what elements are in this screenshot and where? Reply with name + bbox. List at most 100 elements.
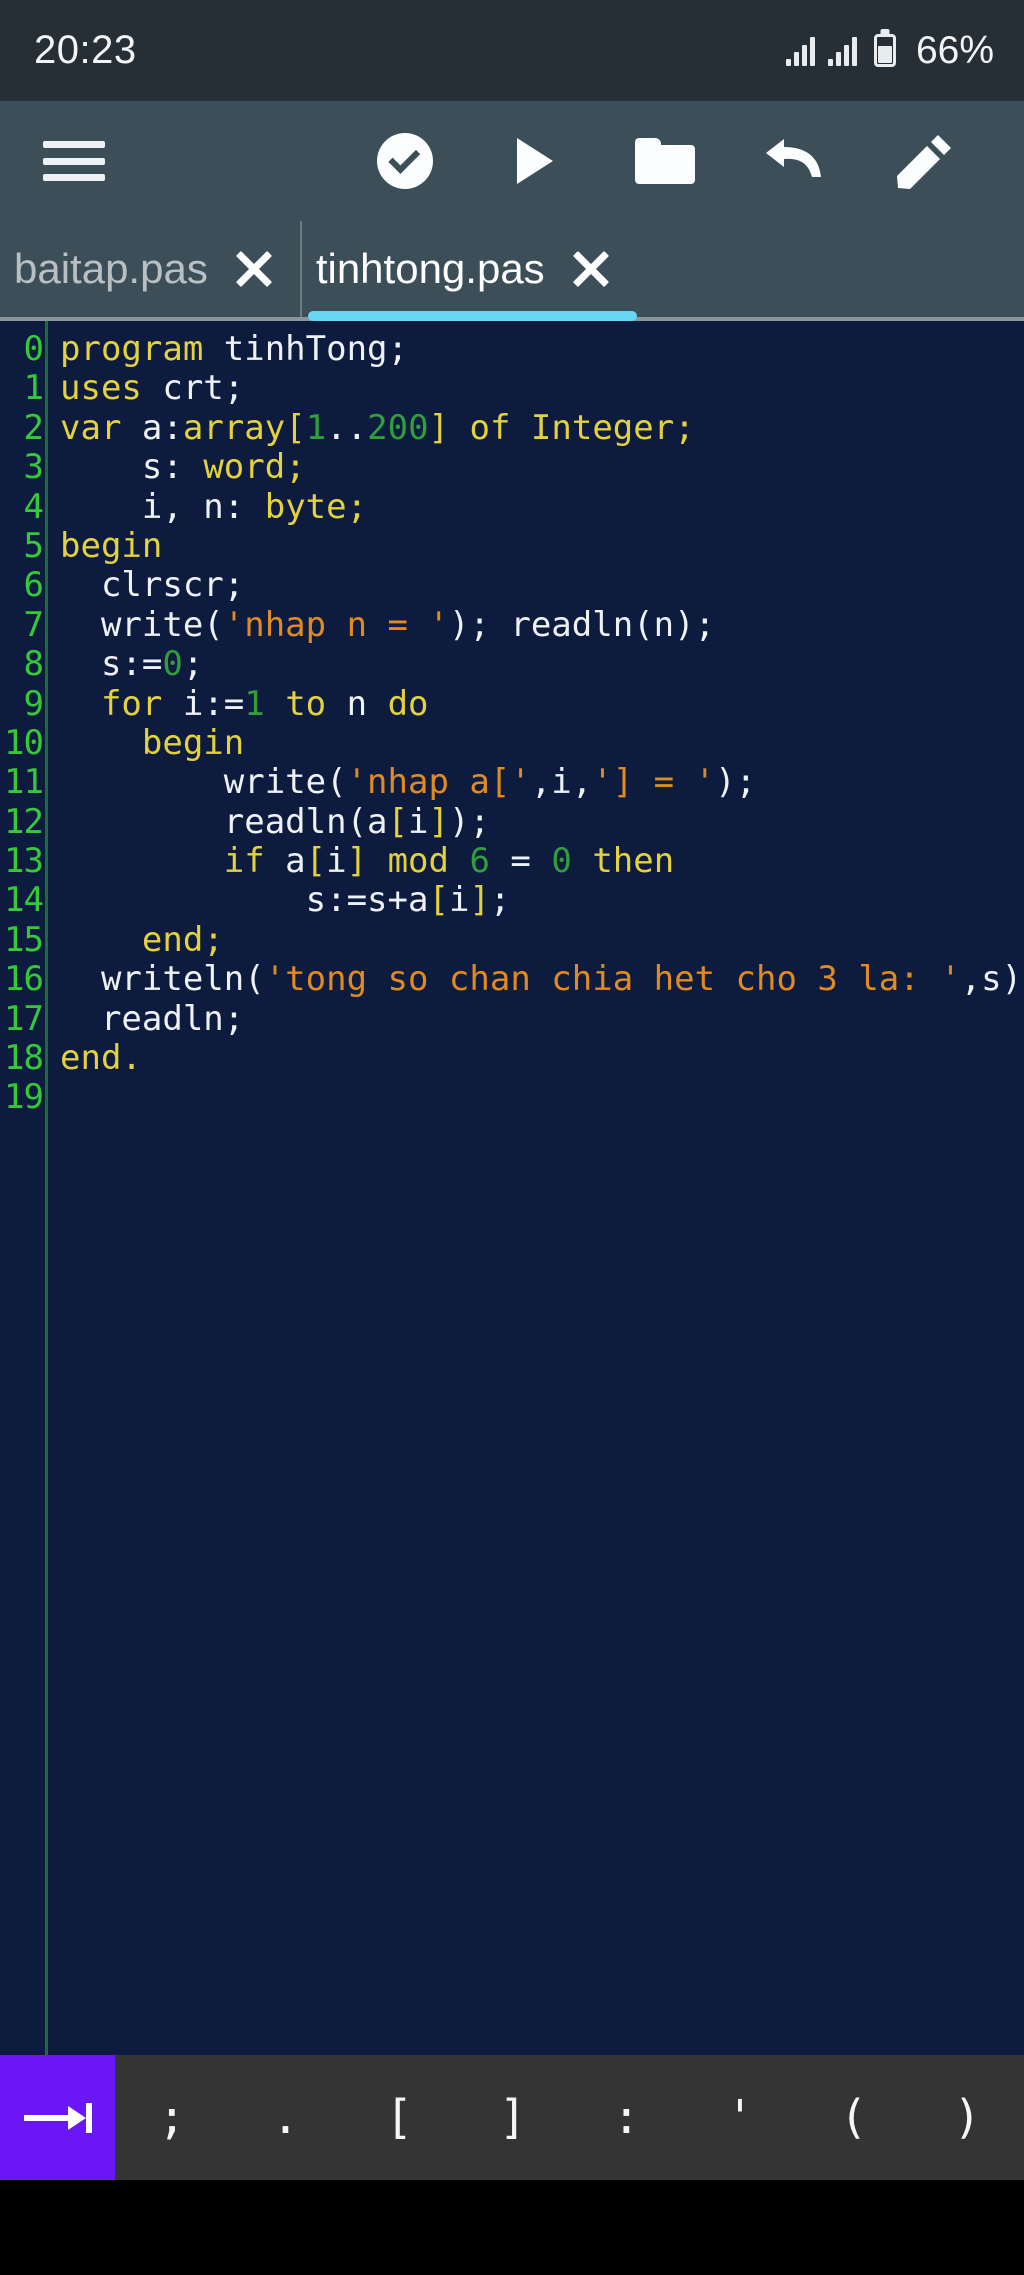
code-line[interactable]: if a[i] mod 6 = 0 then [60, 841, 1024, 882]
code-line[interactable]: program tinhTong; [60, 329, 1024, 369]
code-token: array [182, 407, 286, 448]
code-token: i [326, 841, 347, 882]
line-number: 11 [4, 762, 44, 803]
code-line[interactable]: readln(a[i]); [60, 801, 1024, 842]
code-token: to [264, 683, 347, 724]
app-toolbar [0, 101, 1024, 221]
battery-percent-label: 66% [915, 28, 994, 72]
code-content[interactable]: program tinhTong; uses crt; var a:array[1.… [48, 321, 1024, 2055]
line-number: 5 [23, 525, 44, 566]
close-icon[interactable] [571, 249, 611, 289]
line-number: 17 [4, 998, 44, 1039]
undo-icon [766, 139, 821, 177]
code-token: begin [60, 525, 163, 566]
compile-button[interactable] [340, 101, 470, 221]
line-number: 3 [23, 447, 44, 488]
code-token: word; [203, 447, 306, 488]
code-line[interactable]: end. [60, 1038, 1024, 1079]
symbol-key[interactable]: . [229, 2055, 343, 2180]
line-number: 7 [23, 604, 44, 645]
code-token: begin [60, 722, 245, 763]
tab-tinhtong-pas[interactable]: tinhtong.pas [299, 221, 637, 321]
open-file-button[interactable] [600, 101, 730, 221]
symbol-key[interactable]: ' [683, 2055, 797, 2180]
code-token: 6 [469, 841, 490, 882]
code-token: ); readln(n); [448, 604, 716, 645]
tab-baitap-pas[interactable]: baitap.pas [0, 221, 300, 317]
code-token: s:= [60, 644, 163, 685]
code-line[interactable]: readln; [60, 998, 1024, 1039]
signal-bars-icon [785, 36, 815, 66]
code-token: writeln( [60, 959, 265, 1000]
code-token: uses [60, 368, 163, 409]
line-number: 16 [4, 959, 44, 1000]
code-token: byte; [264, 486, 368, 527]
code-token: 200 [367, 407, 429, 448]
code-token: ] [346, 841, 368, 882]
line-number: 4 [23, 486, 44, 527]
line-number: 9 [23, 683, 44, 724]
tab-key-button[interactable] [0, 2055, 115, 2180]
code-token: i, n [60, 486, 224, 527]
code-line[interactable]: writeln('tong so chan chia het cho 3 la:… [60, 960, 1024, 999]
code-token: n [346, 683, 368, 724]
line-number: 19 [4, 1077, 44, 1118]
code-line[interactable]: s:=s+a[i]; [60, 881, 1024, 920]
code-token: i [448, 880, 470, 921]
code-token: if [60, 841, 286, 882]
line-number: 18 [4, 1038, 44, 1079]
symbol-key[interactable]: ) [910, 2055, 1024, 2180]
code-token: : [162, 447, 204, 488]
code-line[interactable]: s: word; [60, 447, 1024, 488]
toolbar-actions [340, 101, 1024, 221]
code-line[interactable]: for i:=1 to n do [60, 683, 1024, 724]
code-token: i [408, 801, 429, 842]
code-editor[interactable]: 0 1 2 3 4 5 6 7 8 9 10 11 12 13 14 15 16 17 18 19 program t… [0, 321, 1024, 2055]
menu-button[interactable] [14, 141, 134, 181]
code-line[interactable]: clrscr; [60, 566, 1024, 605]
code-line[interactable]: var a:array[1..200] of Integer; [60, 407, 1024, 448]
code-token: 'nhap n = ' [223, 604, 449, 645]
symbol-toolbar: ;.[]: '() [0, 2055, 1024, 2180]
symbol-key[interactable]: ( [797, 2055, 911, 2180]
code-token: a [285, 841, 306, 882]
symbol-key[interactable]: : [570, 2055, 684, 2180]
edit-button[interactable] [860, 101, 990, 221]
line-number: 8 [23, 644, 44, 685]
pencil-icon [897, 135, 951, 189]
symbol-key[interactable]: [ [342, 2055, 456, 2180]
system-navigation-bar [0, 2180, 1024, 2275]
code-token: of Integer; [449, 407, 695, 448]
code-line[interactable]: end; [60, 919, 1024, 960]
status-indicators: 66% [785, 28, 994, 73]
code-token: s [60, 447, 163, 488]
code-line[interactable]: write('nhap n = '); readln(n); [60, 604, 1024, 645]
symbol-key[interactable]: ; [115, 2055, 229, 2180]
code-line[interactable]: i, n: byte; [60, 486, 1024, 527]
code-token: : [223, 486, 265, 527]
code-line[interactable]: write('nhap a[',i,'] = '); [60, 763, 1024, 802]
code-token: end; [60, 919, 224, 960]
status-bar: 20:23 66% [0, 0, 1024, 101]
code-line[interactable]: begin [60, 525, 1024, 566]
undo-button[interactable] [730, 101, 860, 221]
code-token: s:=s+a [60, 880, 429, 921]
code-line[interactable] [60, 1078, 1024, 1117]
code-token: tinhTong [223, 329, 388, 369]
code-line[interactable]: s:=0; [60, 644, 1024, 685]
code-token: i [551, 762, 572, 803]
code-token: readln; [60, 998, 245, 1039]
symbol-key-list: ;.[]: '() [115, 2055, 1024, 2180]
tab-label: baitap.pas [14, 245, 208, 292]
symbol-key[interactable]: ] [456, 2055, 570, 2180]
code-line[interactable]: uses crt; [60, 369, 1024, 408]
code-token: clrscr; [60, 565, 245, 606]
code-line[interactable]: begin [60, 722, 1024, 763]
check-circle-icon [377, 133, 433, 189]
code-token: 0 [162, 644, 183, 685]
line-number: 14 [4, 880, 44, 921]
close-icon[interactable] [234, 249, 274, 289]
code-token: end. [60, 1038, 142, 1079]
run-button[interactable] [470, 101, 600, 221]
status-clock: 20:23 [34, 28, 137, 72]
